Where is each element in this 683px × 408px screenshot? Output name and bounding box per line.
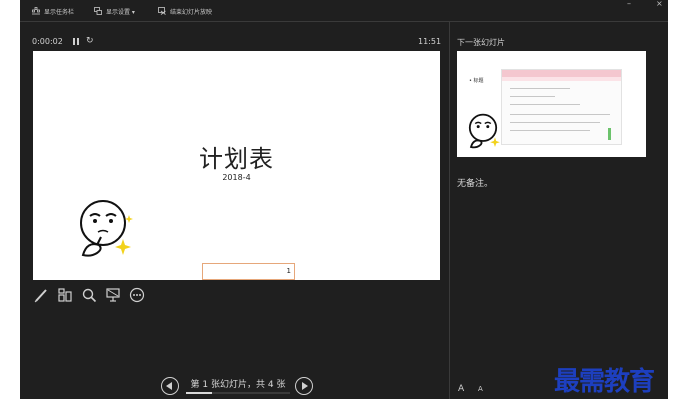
speaker-notes[interactable]: 无备注。: [457, 176, 493, 189]
restart-icon[interactable]: ↻: [86, 36, 94, 46]
slide-progress-fill: [186, 392, 212, 394]
next-slide-screenshot: [501, 69, 622, 145]
slide-textbox-text: 1: [286, 267, 291, 275]
elapsed-timer: 0:00:02: [32, 37, 63, 46]
minimize-button[interactable]: –: [627, 0, 631, 8]
increase-font-button[interactable]: A: [458, 384, 464, 394]
current-slide[interactable]: 计划表 2018-4 1: [33, 51, 440, 280]
slide-progress-bar: [186, 392, 290, 394]
next-slide-label: 下一张幻灯片: [457, 38, 505, 47]
current-time: 11:51: [418, 37, 442, 46]
black-screen-icon[interactable]: [105, 287, 121, 303]
more-options-icon[interactable]: [129, 287, 145, 303]
pause-icon[interactable]: [73, 38, 79, 45]
slide-title: 计划表: [199, 145, 274, 173]
next-slide-bullet: • 标题: [469, 78, 484, 84]
display-settings-button[interactable]: 显示设置 ▾: [94, 5, 135, 17]
toolbar-divider: [20, 21, 668, 22]
show-taskbar-label: 显示任务栏: [44, 8, 75, 16]
zoom-icon[interactable]: [81, 287, 97, 303]
display-settings-icon: [94, 7, 102, 15]
next-slide-preview[interactable]: • 标题: [457, 51, 646, 157]
top-toolbar: 显示任务栏 显示设置 ▾ 结束幻灯片放映 – ×: [20, 0, 668, 21]
display-settings-label: 显示设置 ▾: [106, 8, 135, 16]
pen-icon[interactable]: [33, 287, 49, 303]
end-slideshow-icon: [158, 7, 166, 15]
next-slide-icon[interactable]: [295, 377, 313, 395]
slide-textbox[interactable]: 1: [202, 263, 295, 280]
cartoon-sticker-icon: [468, 113, 500, 149]
presenter-view: 显示任务栏 显示设置 ▾ 结束幻灯片放映 – × 0:00:02 ↻ 11:51…: [20, 0, 668, 399]
panel-divider: [449, 22, 450, 399]
previous-slide-icon[interactable]: [161, 377, 179, 395]
show-taskbar-button[interactable]: 显示任务栏: [32, 5, 74, 17]
see-all-slides-icon[interactable]: [57, 287, 73, 303]
end-slideshow-button[interactable]: 结束幻灯片放映: [158, 5, 212, 17]
presenter-tools: [33, 285, 173, 305]
close-button[interactable]: ×: [656, 0, 663, 8]
taskbar-icon: [32, 7, 40, 15]
slide-counter[interactable]: 第 1 张幻灯片，共 4 张: [186, 377, 290, 390]
slide-subtitle: 2018-4: [222, 173, 251, 182]
end-slideshow-label: 结束幻灯片放映: [170, 8, 213, 16]
cartoon-sticker-icon: [80, 200, 133, 257]
watermark-logo: 最需教育: [554, 367, 655, 397]
decrease-font-button[interactable]: A: [478, 385, 483, 393]
